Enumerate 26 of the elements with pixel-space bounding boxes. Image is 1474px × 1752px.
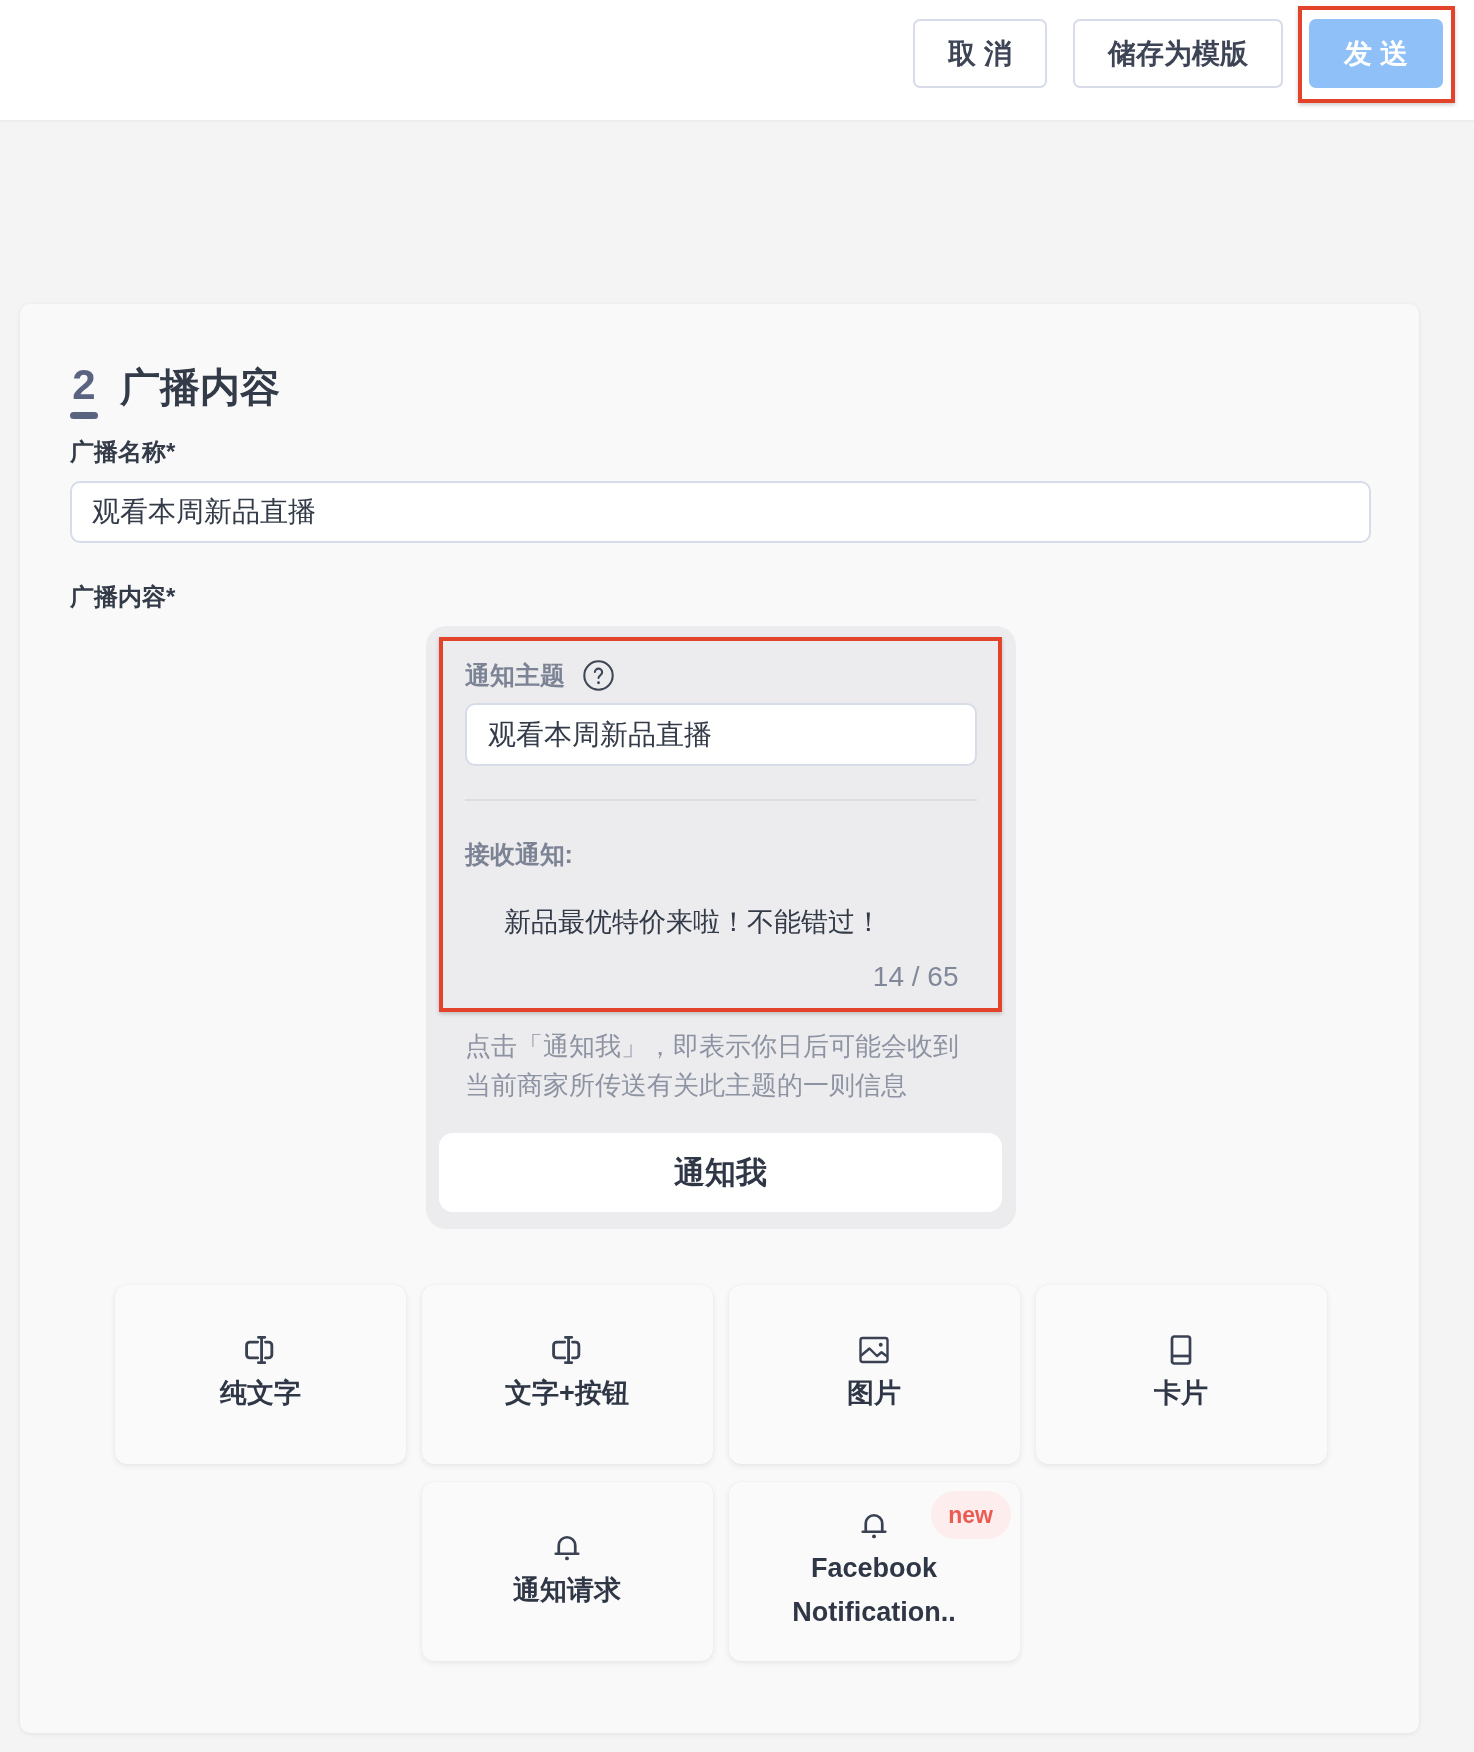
message-text: 新品最优特价来啦！不能错过！	[503, 906, 882, 939]
message-type-tile[interactable]: new Facebook Notification..	[728, 1482, 1020, 1661]
name-input[interactable]: 观看本周新品直播	[70, 481, 1371, 543]
message-type-tile[interactable]: 卡片	[1035, 1285, 1327, 1464]
text-cursor-icon	[245, 1334, 275, 1365]
text-cursor-icon	[552, 1334, 582, 1365]
section-title: 广播内容	[120, 364, 280, 411]
subject-label: 通知主题	[464, 660, 565, 691]
step-underline	[70, 412, 98, 419]
image-icon	[859, 1334, 889, 1365]
notify-button[interactable]: 通知我	[438, 1133, 1002, 1212]
message-type-tile[interactable]: 通知请求	[421, 1482, 713, 1661]
new-badge: new	[930, 1491, 1011, 1539]
message-type-tile[interactable]: 纯文字	[114, 1285, 406, 1464]
step-number: 2	[72, 362, 96, 408]
receive-label: 接收通知:	[464, 839, 573, 870]
message-type-tile[interactable]: 图片	[728, 1285, 1020, 1464]
toolbar-button[interactable]: 储存为模版	[1073, 19, 1284, 88]
subject-input[interactable]: 观看本周新品直播	[464, 703, 977, 766]
field-label: 广播内容*	[70, 582, 176, 612]
help-icon[interactable]	[582, 660, 614, 691]
disclaimer-text: 点击「通知我」，即表示你日后可能会收到当前商家所传送有关此主题的一则信息	[464, 1030, 960, 1102]
message-type-tile[interactable]: 文字+按钮	[421, 1285, 713, 1464]
char-counter: 14 / 65	[872, 960, 959, 994]
field-label: 广播名称*	[70, 437, 176, 467]
toolbar-button[interactable]: 取 消	[913, 19, 1048, 88]
